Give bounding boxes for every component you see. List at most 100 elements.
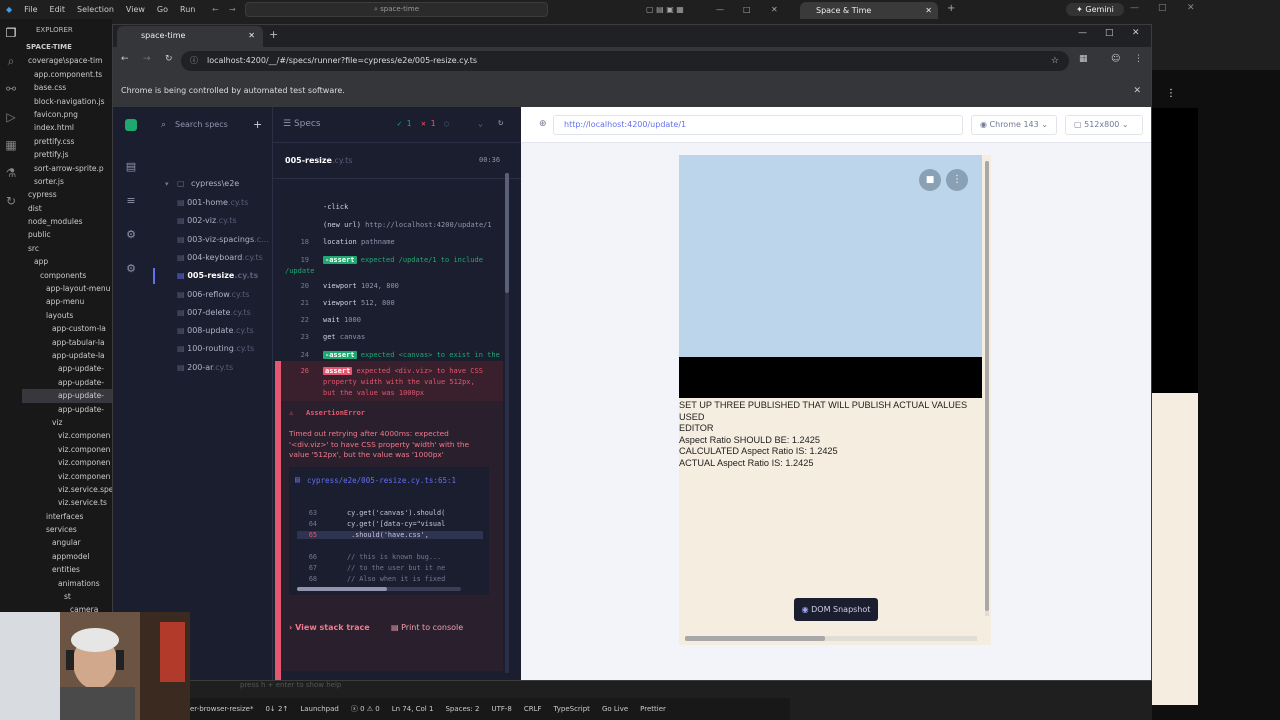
command-center-search[interactable]: ⌕ space-time (245, 2, 548, 17)
gemini-minimize-icon[interactable]: — (1130, 3, 1139, 13)
explorer-item[interactable]: app-update- (22, 362, 112, 375)
chrome-minimize-icon[interactable]: — (1078, 28, 1087, 38)
explorer-item[interactable]: services (22, 523, 112, 536)
explorer-item[interactable]: entities (22, 563, 112, 576)
explorer-item[interactable]: sorter.js (22, 175, 112, 188)
explorer-item[interactable]: app-layout-menu (22, 282, 112, 295)
status-launchpad[interactable]: Launchpad (300, 705, 339, 713)
forward-icon[interactable]: → (143, 54, 151, 64)
collapse-icon[interactable]: ⌄ (478, 119, 483, 128)
menu-go[interactable]: Go (151, 5, 174, 14)
explorer-item[interactable]: favicon.png (22, 108, 112, 121)
status-spaces[interactable]: Spaces: 2 (445, 705, 479, 713)
add-spec-icon[interactable]: + (253, 118, 262, 131)
reporter-scroll-thumb[interactable] (505, 173, 509, 293)
explorer-item[interactable]: dist (22, 202, 112, 215)
debug-icon[interactable]: ⚙ (123, 228, 139, 244)
status-branch[interactable]: er-browser-resize* (190, 705, 253, 713)
explorer-item[interactable]: app.component.ts (22, 68, 112, 81)
explorer-item[interactable]: node_modules (22, 215, 112, 228)
gemini-new-tab-icon[interactable]: + (947, 3, 955, 14)
gemini-close-icon[interactable]: ✕ (1187, 3, 1195, 13)
spec-item[interactable]: ▤ 008-update.cy.ts (177, 326, 254, 335)
explorer-item[interactable]: st (22, 590, 112, 603)
gemini-button[interactable]: ✦ Gemini (1066, 3, 1124, 16)
explorer-item[interactable]: block-navigation.js (22, 95, 112, 108)
explorer-item[interactable]: viz.service.spe (22, 483, 112, 496)
explorer-item[interactable]: angular (22, 536, 112, 549)
explorer-item[interactable]: layouts (22, 309, 112, 322)
failed-assertion[interactable]: 26 assert expected <div.viz> to have CSS … (285, 366, 515, 399)
explorer-item[interactable]: components (22, 269, 112, 282)
status-golive[interactable]: Go Live (602, 705, 628, 713)
explorer-item[interactable]: app-menu (22, 295, 112, 308)
chrome-tab-close-icon[interactable]: ✕ (248, 26, 255, 46)
rerun-icon[interactable]: ↻ (498, 118, 503, 128)
status-problems[interactable]: ⓧ 0 ⚠ 0 (351, 704, 380, 714)
explorer-item[interactable]: viz.componen (22, 456, 112, 469)
search-icon[interactable]: ⌕ (0, 47, 22, 75)
status-sync[interactable]: 0↓ 2↑ (265, 705, 288, 713)
infobar-close-icon[interactable]: ✕ (1133, 75, 1141, 107)
spec-item[interactable]: ▤ 004-keyboard.cy.ts (177, 253, 263, 262)
spec-item[interactable]: ▤ 200-ar.cy.ts (177, 363, 233, 372)
files-icon[interactable]: ❐ (0, 19, 22, 47)
chrome-close-icon[interactable]: ✕ (1132, 28, 1140, 38)
command-row[interactable]: 22 wait 1000 (285, 316, 515, 324)
chrome-new-tab-icon[interactable]: + (269, 28, 278, 41)
menu-edit[interactable]: Edit (44, 5, 72, 14)
explorer-item[interactable]: cypress (22, 188, 112, 201)
maximize-icon[interactable]: □ (743, 5, 751, 14)
layout-icons[interactable]: ▢ ▤ ▣ ▦ (646, 5, 684, 14)
explorer-item[interactable]: base.css (22, 81, 112, 94)
status-language[interactable]: TypeScript (554, 705, 590, 713)
explorer-item[interactable]: viz.componen (22, 470, 112, 483)
site-info-icon[interactable]: ⓘ (190, 51, 198, 71)
menu-view[interactable]: View (120, 5, 151, 14)
aut-url[interactable]: http://localhost:4200/update/1 (553, 115, 963, 135)
spec-item[interactable]: ▤ 006-reflow.cy.ts (177, 290, 249, 299)
explorer-item[interactable]: app-custom-la (22, 322, 112, 335)
gemini-kebab-icon[interactable]: ⋮ (1166, 88, 1176, 99)
spec-item[interactable]: ▤ 005-resize.cy.ts (177, 271, 258, 280)
explorer-item[interactable]: viz (22, 416, 112, 429)
run-debug-icon[interactable]: ▷ (0, 103, 22, 131)
nav-forward-icon[interactable]: → (229, 5, 236, 14)
spec-item[interactable]: ▤ 007-delete.cy.ts (177, 308, 251, 317)
menu-selection[interactable]: Selection (71, 5, 120, 14)
specs-toggle[interactable]: ☰ Specs (283, 119, 321, 129)
status-encoding[interactable]: UTF-8 (491, 705, 511, 713)
explorer-item[interactable]: prettify.css (22, 135, 112, 148)
explorer-item[interactable]: app-tabular-la (22, 336, 112, 349)
command-row[interactable]: -click (285, 203, 515, 211)
extensions-icon[interactable]: ▦ (1079, 54, 1088, 64)
remote-icon[interactable]: ↻ (0, 187, 22, 215)
viewport-selector[interactable]: ▢ 512x800 ⌄ (1065, 115, 1143, 135)
explorer-item[interactable]: index.html (22, 121, 112, 134)
address-bar[interactable]: ⓘ localhost:4200/__/#/specs/runner?file=… (181, 51, 1069, 71)
nav-back-icon[interactable]: ← (212, 5, 219, 14)
selector-playground-icon[interactable]: ⊕ (539, 119, 547, 129)
testing-icon[interactable]: ⚗ (0, 159, 22, 187)
menu-file[interactable]: File (18, 5, 43, 14)
explorer-item[interactable]: interfaces (22, 510, 112, 523)
source-control-icon[interactable]: ⚯ (0, 75, 22, 103)
command-row[interactable]: (new url) http://localhost:4200/update/1 (285, 221, 515, 229)
back-icon[interactable]: ← (121, 54, 129, 64)
spec-item[interactable]: ▤ 100-routing.cy.ts (177, 344, 254, 353)
explorer-item[interactable]: animations (22, 577, 112, 590)
spec-item[interactable]: ▤ 001-home.cy.ts (177, 198, 248, 207)
more-icon[interactable]: ⋮ (946, 169, 968, 191)
browser-selector[interactable]: ◉ Chrome 143 ⌄ (971, 115, 1057, 135)
status-position[interactable]: Ln 74, Col 1 (392, 705, 434, 713)
runs-icon[interactable]: ▤ (123, 160, 139, 176)
search-specs-input[interactable]: Search specs (175, 120, 228, 129)
explorer-item[interactable]: app (22, 255, 112, 268)
explorer-item[interactable]: prettify.js (22, 148, 112, 161)
explorer-item[interactable]: viz.service.ts (22, 496, 112, 509)
iframe-v-thumb[interactable] (985, 161, 989, 611)
settings-icon[interactable]: ⚙ (123, 262, 139, 278)
minimize-icon[interactable]: — (716, 5, 724, 14)
explorer-item[interactable]: app-update- (22, 403, 112, 416)
close-icon[interactable]: ✕ (771, 5, 778, 14)
